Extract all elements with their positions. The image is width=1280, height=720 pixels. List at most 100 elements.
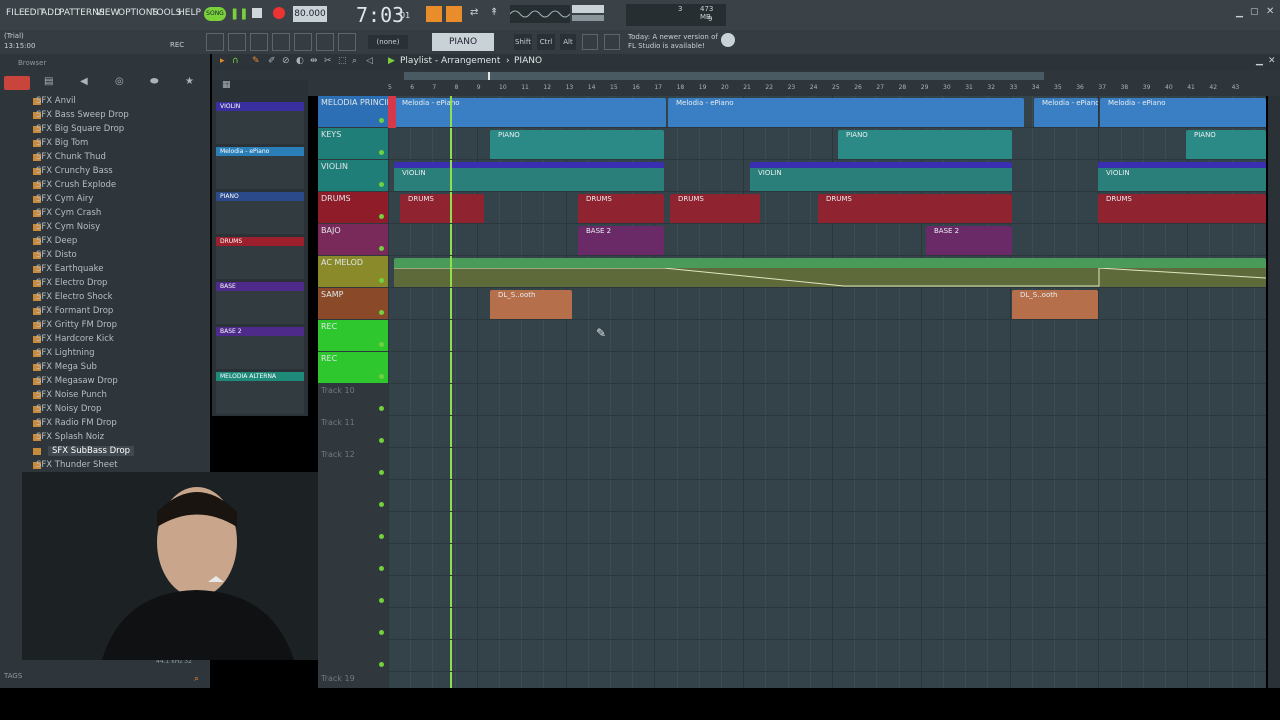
master-pitch-slider[interactable]	[572, 15, 604, 21]
pattern-select[interactable]: PIANO	[432, 33, 494, 51]
browser-back-icon[interactable]: ◀	[80, 76, 88, 87]
track-header[interactable]	[318, 544, 388, 575]
slip-tool-icon[interactable]: ⇹	[310, 56, 318, 66]
view-playlist-icon[interactable]	[206, 33, 224, 51]
track-header[interactable]: DRUMS	[318, 192, 388, 223]
view-browser-icon[interactable]	[316, 33, 334, 51]
track-header[interactable]: AC MELOD	[318, 256, 388, 287]
shift-key[interactable]: Shift	[514, 34, 532, 50]
master-volume-slider[interactable]	[572, 5, 604, 13]
playlist-menu-icon[interactable]: ▸	[220, 56, 225, 66]
browser-item[interactable]: SFX Big Tom	[36, 138, 88, 148]
menu-help[interactable]: HELP	[178, 8, 201, 18]
track-mute-led[interactable]	[379, 566, 384, 571]
clip-piano[interactable]: PIANO	[1186, 130, 1266, 160]
browser-item[interactable]: SFX Megasaw Drop	[36, 376, 118, 386]
track-mute-led[interactable]	[379, 118, 384, 123]
track-mute-led[interactable]	[379, 406, 384, 411]
online-icon[interactable]	[582, 34, 598, 50]
track-mute-led[interactable]	[379, 374, 384, 379]
draw-tool-icon[interactable]: ✎	[252, 56, 260, 66]
track-header[interactable]: KEYS	[318, 128, 388, 159]
picker-pattern[interactable]: VIOLIN	[216, 102, 304, 144]
clip-base2[interactable]: BASE 2	[578, 226, 664, 256]
browser-collapse-icon[interactable]: ⬬	[150, 76, 159, 87]
menu-tools[interactable]: TOOLS	[151, 8, 181, 18]
clip-drums[interactable]: DRUMS	[400, 194, 484, 224]
playhead[interactable]	[450, 96, 452, 688]
browser-item[interactable]: SFX Crunchy Bass	[36, 166, 113, 176]
browser-item[interactable]: SFX Disto	[36, 250, 77, 260]
news-icon[interactable]	[604, 34, 620, 50]
browser-item[interactable]: SFX Earthquake	[36, 264, 103, 274]
timeline-ruler[interactable]: 5 6 7 8 9 10 11 12 13 14 15 16 17 18 19 20 21 22 23 24 25 26 2…	[388, 84, 1266, 96]
picker-pattern[interactable]: PIANO	[216, 192, 304, 234]
browser-item[interactable]: SFX Noise Punch	[36, 390, 107, 400]
track-mute-led[interactable]	[379, 182, 384, 187]
track-mute-led[interactable]	[379, 342, 384, 347]
ctrl-key[interactable]: Ctrl	[537, 34, 555, 50]
clip-drums[interactable]: DRUMS	[1098, 194, 1266, 224]
browser-item[interactable]: SFX Splash Noiz	[36, 432, 104, 442]
magnet-icon[interactable]: ∩	[232, 56, 239, 66]
track-mute-led[interactable]	[379, 662, 384, 667]
track-mute-led[interactable]	[379, 214, 384, 219]
mute-tool-icon[interactable]: ◐	[296, 56, 304, 66]
clip-piano[interactable]: PIANO	[838, 130, 1012, 160]
track-header[interactable]	[318, 608, 388, 639]
browser-item[interactable]: SFX Electro Shock	[36, 292, 113, 302]
track-mute-led[interactable]	[379, 150, 384, 155]
browser-item[interactable]: SFX Cym Crash	[36, 208, 101, 218]
track-header[interactable]: REC	[318, 320, 388, 351]
countdown-icon[interactable]	[446, 6, 462, 22]
track-mute-led[interactable]	[379, 470, 384, 475]
browser-item[interactable]: SFX Cym Airy	[36, 194, 93, 204]
clip-melodia[interactable]: Melodia - ePiano	[394, 98, 666, 128]
browser-item[interactable]: SFX Thunder Sheet	[36, 460, 118, 470]
track-mute-led[interactable]	[379, 438, 384, 443]
pause-icon[interactable]: ❚❚	[230, 7, 248, 21]
maximize-icon[interactable]: ▢	[1250, 7, 1259, 17]
track-header[interactable]: REC	[318, 352, 388, 383]
clip-melodia[interactable]: Melodia - ePiano	[1100, 98, 1266, 128]
playlist-grid[interactable]: Melodia - ePiano Melodia - ePiano Melodi…	[388, 96, 1266, 688]
track-mute-led[interactable]	[379, 278, 384, 283]
close-icon[interactable]: ✕	[1266, 6, 1274, 17]
track-header[interactable]: MELODIA PRINCIPAL	[318, 96, 401, 127]
track-mute-led[interactable]	[379, 598, 384, 603]
playback-tool-icon[interactable]: ◁	[366, 56, 373, 66]
clip-drums[interactable]: DRUMS	[670, 194, 760, 224]
track-header[interactable]	[318, 512, 388, 543]
picker-pattern[interactable]: MELODIA ALTERNA	[216, 372, 304, 414]
track-header[interactable]: BAJO	[318, 224, 388, 255]
browser-files-icon[interactable]: ▤	[44, 76, 53, 87]
browser-item[interactable]: SFX Anvil	[36, 96, 76, 106]
browser-star-icon[interactable]: ★	[185, 76, 194, 87]
select-tool-icon[interactable]: ⬚	[338, 56, 347, 66]
clip-melodia[interactable]: Melodia - ePiano	[1034, 98, 1098, 128]
browser-item[interactable]: SFX Hardcore Kick	[36, 334, 114, 344]
snap-select[interactable]: (none)	[368, 35, 408, 49]
clip-violin[interactable]: VIOLIN	[1098, 162, 1266, 192]
track-header[interactable]: Track 11	[318, 416, 388, 447]
metronome-icon[interactable]: ↟	[490, 7, 504, 21]
picker-pattern[interactable]: Melodia - ePiano	[216, 147, 304, 189]
track-header[interactable]: Track 10	[318, 384, 388, 415]
track-header[interactable]	[318, 640, 388, 671]
picker-grid-icon[interactable]: ▦	[222, 80, 231, 90]
track-mute-led[interactable]	[379, 534, 384, 539]
loop-icon[interactable]: ⇄	[470, 7, 484, 21]
track-mute-led[interactable]	[379, 630, 384, 635]
browser-item[interactable]: SFX Crush Explode	[36, 180, 116, 190]
view-mixer-sliders-icon[interactable]	[294, 33, 312, 51]
horizontal-scrollbar[interactable]	[404, 72, 1044, 80]
browser-item[interactable]: SFX Chunk Thud	[36, 152, 106, 162]
picker-pattern[interactable]: BASE	[216, 282, 304, 324]
track-header[interactable]	[318, 480, 388, 511]
track-header[interactable]: SAMP	[318, 288, 388, 319]
pattern-mode-icon[interactable]	[426, 6, 442, 22]
picker-pattern[interactable]: DRUMS	[216, 237, 304, 279]
browser-item[interactable]: SFX SubBass Drop	[48, 446, 135, 456]
clip-sample[interactable]: DL_S..ooth	[490, 290, 572, 320]
picker-pattern[interactable]: BASE 2	[216, 327, 304, 369]
